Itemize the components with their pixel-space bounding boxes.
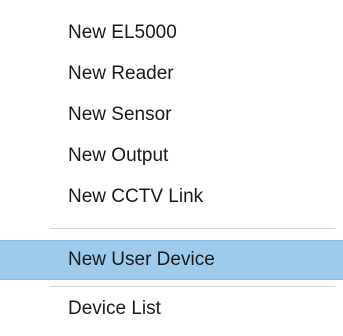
menu-item-device-list[interactable]: Device List bbox=[0, 290, 343, 328]
menu-item-new-reader[interactable]: New Reader bbox=[0, 55, 343, 93]
menu-separator bbox=[50, 286, 335, 287]
menu-item-new-el5000[interactable]: New EL5000 bbox=[0, 14, 343, 52]
context-menu: New EL5000 New Reader New Sensor New Out… bbox=[0, 0, 343, 336]
menu-item-new-user-device[interactable]: New User Device bbox=[0, 240, 343, 280]
menu-separator bbox=[50, 228, 335, 229]
menu-item-new-cctv-link[interactable]: New CCTV Link bbox=[0, 178, 343, 216]
menu-item-new-sensor[interactable]: New Sensor bbox=[0, 96, 343, 134]
menu-item-new-output[interactable]: New Output bbox=[0, 137, 343, 175]
